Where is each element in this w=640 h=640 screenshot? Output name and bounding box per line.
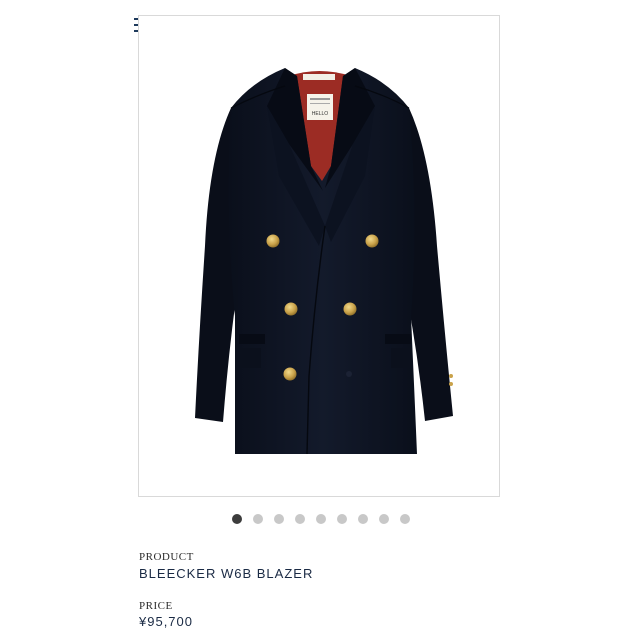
product-name: BLEECKER W6B BLAZER bbox=[139, 566, 314, 581]
carousel-dot[interactable] bbox=[253, 514, 263, 524]
carousel-dot[interactable] bbox=[400, 514, 410, 524]
button-gold bbox=[343, 302, 357, 316]
price-label: PRICE bbox=[139, 600, 173, 612]
carousel-dot[interactable] bbox=[379, 514, 389, 524]
button-gold bbox=[284, 302, 298, 316]
carousel-dot[interactable] bbox=[316, 514, 326, 524]
product-image-frame[interactable]: HELLO bbox=[138, 15, 500, 497]
carousel-dot[interactable] bbox=[274, 514, 284, 524]
tag-text: HELLO bbox=[312, 111, 329, 117]
carousel-dot[interactable] bbox=[295, 514, 305, 524]
carousel-dot[interactable] bbox=[232, 514, 242, 524]
blazer-image: HELLO bbox=[195, 68, 453, 455]
carousel-dot[interactable] bbox=[358, 514, 368, 524]
button-gold bbox=[283, 367, 297, 381]
product-price: ¥95,700 bbox=[139, 614, 193, 629]
carousel-dots bbox=[232, 514, 410, 524]
carousel-dot[interactable] bbox=[337, 514, 347, 524]
button-gold bbox=[365, 234, 379, 248]
product-label: PRODUCT bbox=[139, 551, 194, 563]
button-gold bbox=[266, 234, 280, 248]
